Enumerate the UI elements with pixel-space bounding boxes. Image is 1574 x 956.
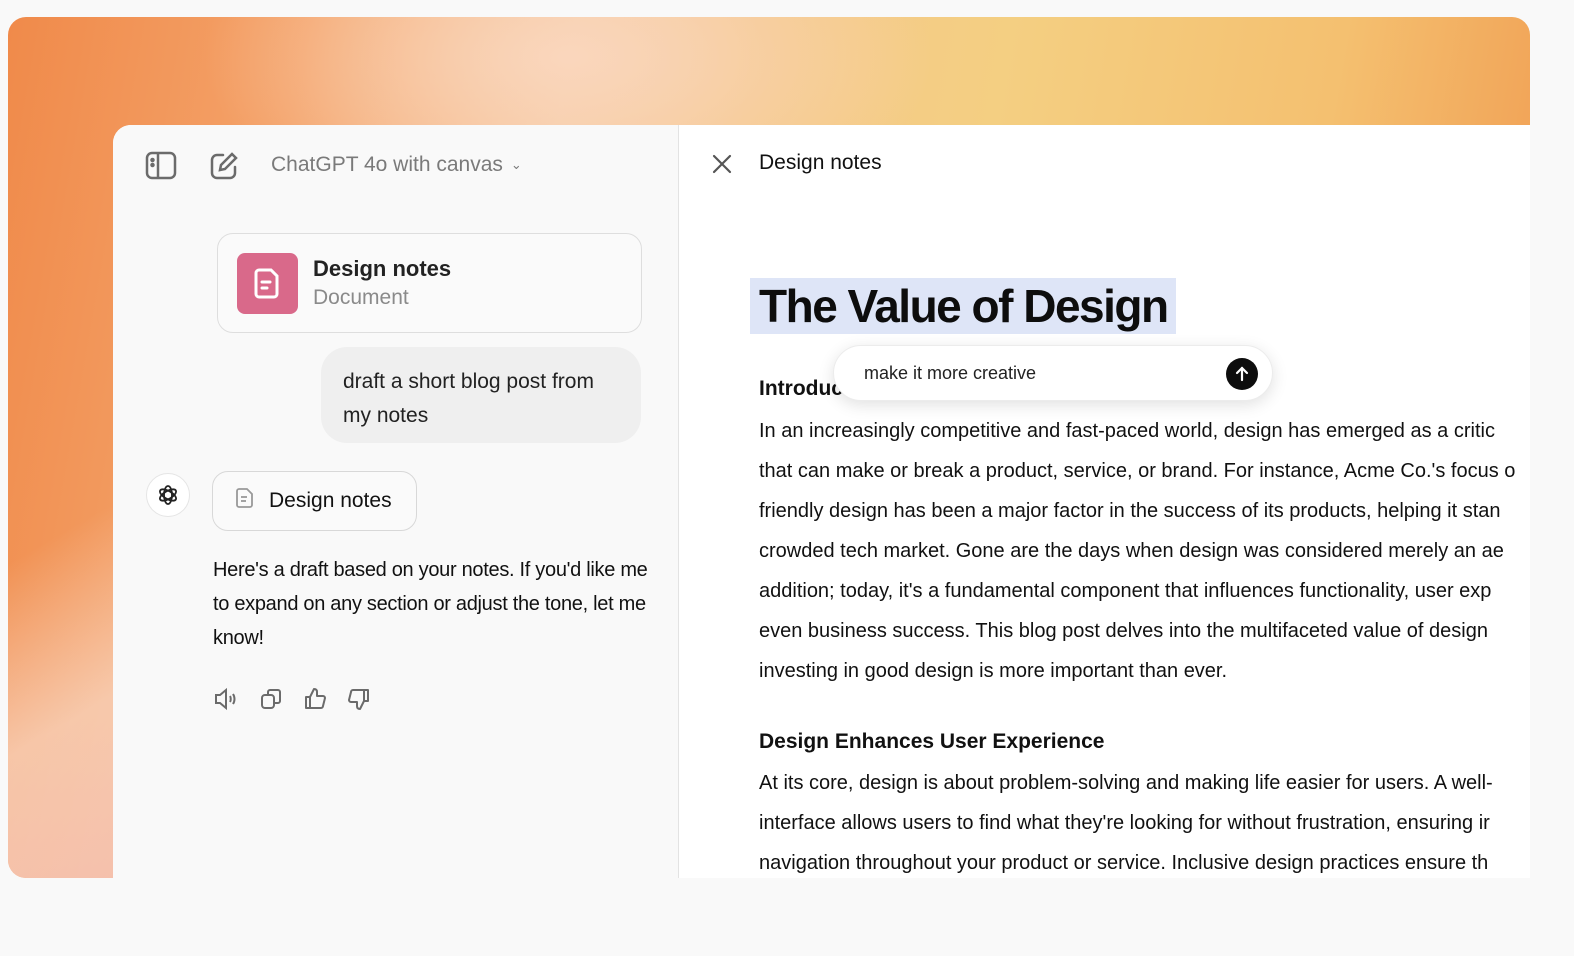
document-icon [237,253,298,314]
document-type: Document [313,286,409,309]
chevron-down-icon: ⌄ [510,157,522,172]
prompt-input[interactable]: make it more creative [864,363,1036,384]
text-line: that can make or break a product, servic… [759,460,1516,482]
text-line: crowded tech market. Gone are the days w… [759,540,1504,562]
app-window: ChatGPT 4o with canvas ⌄ Design notes Doc… [113,125,1530,878]
assistant-message: Here's a draft based on your notes. If y… [213,559,648,649]
canvas-panel: Design notes The Value of Design Introdu… [679,125,1530,878]
text-line: interface allows users to find what they… [759,812,1490,834]
inline-edit-prompt[interactable]: make it more creative [833,345,1273,401]
text-line: addition; today, it's a fundamental comp… [759,580,1492,602]
send-button[interactable] [1226,358,1258,390]
canvas-document-chip[interactable]: Design notes [212,471,417,531]
text-line: At its core, design is about problem-sol… [759,772,1493,794]
text-line: investing in good design is more importa… [759,660,1228,682]
text-line: even business success. This blog post de… [759,620,1488,642]
text-line: In an increasingly competitive and fast-… [759,420,1495,442]
user-message: draft a short blog post from my notes [321,347,641,443]
chat-panel: ChatGPT 4o with canvas ⌄ Design notes Doc… [113,125,679,878]
close-icon[interactable] [711,153,733,180]
document-heading[interactable]: The Value of Design [750,278,1176,334]
thumbs-up-icon[interactable] [303,687,327,716]
new-chat-icon[interactable] [209,151,239,186]
chatgpt-logo-icon [146,473,190,517]
copy-icon[interactable] [259,687,283,716]
message-actions [213,687,371,716]
sidebar-toggle-icon[interactable] [145,151,177,186]
document-title: Design notes [313,256,452,281]
model-label: ChatGPT 4o with canvas [271,153,503,176]
thumbs-down-icon[interactable] [347,687,371,716]
document-card[interactable]: Design notes Document [217,233,642,333]
text-line: navigation throughout your product or se… [759,852,1489,874]
model-selector[interactable]: ChatGPT 4o with canvas ⌄ [271,153,522,177]
paragraph: In an increasingly competitive and fast-… [759,411,1529,691]
paragraph: At its core, design is about problem-sol… [759,763,1529,878]
text-line: friendly design has been a major factor … [759,500,1501,522]
chip-label: Design notes [269,489,392,512]
canvas-title: Design notes [759,151,882,174]
section-heading: Design Enhances User Experience [759,730,1105,753]
document-icon [235,487,255,515]
arrow-up-icon [1235,366,1249,382]
speaker-icon[interactable] [213,687,239,716]
